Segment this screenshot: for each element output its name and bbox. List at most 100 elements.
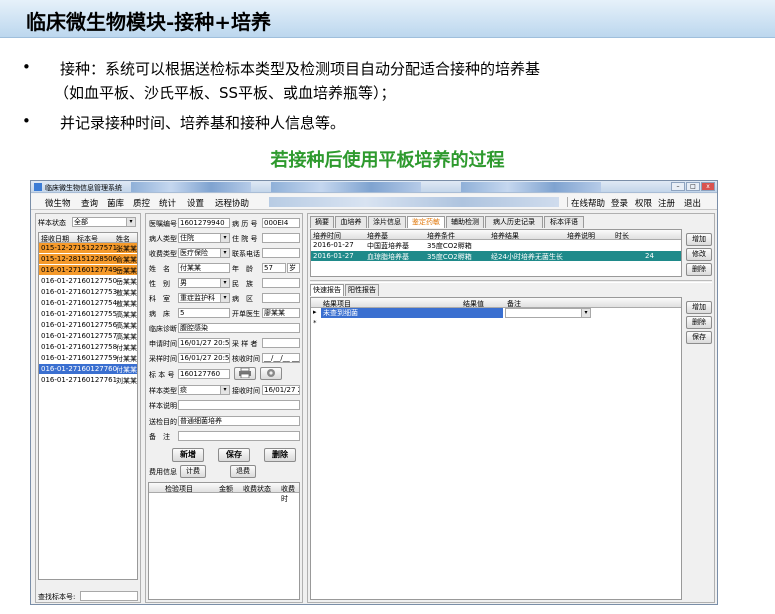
report-new-row[interactable]: * xyxy=(311,318,681,328)
refund-button[interactable]: 退费 xyxy=(230,465,256,478)
print-button[interactable] xyxy=(234,367,256,380)
gear-icon xyxy=(267,369,275,377)
fee-grid-header: 检验项目 金额 收费状态 收费时 xyxy=(149,483,299,503)
report-row[interactable]: ▸ 未查到细菌 xyxy=(311,308,681,318)
sample-row[interactable]: 016-01-27 160127760 付某某 xyxy=(39,364,137,374)
culture-delete-button[interactable]: 删除 xyxy=(686,263,712,276)
row-name: 付某某 xyxy=(116,355,137,363)
sample-note-field[interactable] xyxy=(178,400,300,410)
sample-row[interactable]: 016-01-27 160127755 高某某 xyxy=(39,309,137,319)
splitter[interactable] xyxy=(310,280,712,283)
menu-help[interactable]: 在线帮助 xyxy=(571,197,605,209)
order-no-field[interactable]: 1601279940 xyxy=(178,218,230,228)
row-name: 高某某 xyxy=(116,322,137,330)
row-id: 151227571 xyxy=(77,244,118,252)
tab-blood-culture[interactable]: 血培养 xyxy=(335,216,367,228)
status-select[interactable]: 全部 xyxy=(72,217,136,227)
report-note-select[interactable] xyxy=(505,308,591,318)
maximize-button[interactable]: □ xyxy=(686,182,700,191)
sampler-field[interactable] xyxy=(262,338,300,348)
culture-add-button[interactable]: 增加 xyxy=(686,233,712,246)
report-save-button[interactable]: 保存 xyxy=(686,331,712,344)
sample-time-field[interactable]: 16/01/27 20:50 xyxy=(178,353,230,363)
culture-row[interactable]: 2016-01-27 血琼脂培养基 35度CO2孵箱 经24小时培养无菌生长 24 xyxy=(311,251,681,261)
fee-type-select[interactable]: 医疗保险 xyxy=(178,248,230,258)
sample-row[interactable]: 016-01-27 160127757 高某某 xyxy=(39,331,137,341)
menu-stats[interactable]: 统计 xyxy=(159,197,176,209)
tab-identification[interactable]: 鉴定药敏 xyxy=(407,216,445,228)
menu-settings[interactable]: 设置 xyxy=(187,197,204,209)
row-date: 016-01-27 xyxy=(41,299,78,307)
row-medium: 血琼脂培养基 xyxy=(367,253,409,261)
menu-qc[interactable]: 质控 xyxy=(133,197,150,209)
tab-positive-report[interactable]: 阳性报告 xyxy=(345,284,379,296)
charge-button[interactable]: 计费 xyxy=(180,465,206,478)
settings-button[interactable] xyxy=(260,367,282,380)
delete-button[interactable]: 删除 xyxy=(264,448,296,462)
minimize-button[interactable]: – xyxy=(671,182,685,191)
save-button[interactable]: 保存 xyxy=(218,448,250,462)
tab-smear[interactable]: 涂片信息 xyxy=(368,216,406,228)
sex-select[interactable]: 男 xyxy=(178,278,230,288)
sample-row[interactable]: 016-01-27 160127750 岳某某 xyxy=(39,276,137,286)
check-time-field[interactable]: __/__/__ __:__ xyxy=(262,353,300,363)
row-name: 岳某某 xyxy=(116,278,137,286)
culture-row[interactable]: 2016-01-27 中国蓝培养基 35度CO2孵箱 xyxy=(311,240,681,250)
sample-row[interactable]: 016-01-27 160127754 敖某某 xyxy=(39,298,137,308)
report-item-cell[interactable]: 未查到细菌 xyxy=(321,308,463,318)
apply-time-field[interactable]: 16/01/27 20:53 xyxy=(178,338,230,348)
col-fee-status: 收费状态 xyxy=(243,485,271,493)
label-phone: 联系电话 xyxy=(232,250,260,258)
sample-row[interactable]: 016-01-27 160127758 付某某 xyxy=(39,342,137,352)
tab-auxiliary[interactable]: 辅助检测 xyxy=(446,216,484,228)
name-field[interactable]: 付某某 xyxy=(178,263,230,273)
bullet-1-line-2: （如血平板、沙氏平板、SS平板、或血培养瓶等）； xyxy=(54,84,396,102)
sample-row[interactable]: 016-01-27 160127756 高某某 xyxy=(39,320,137,330)
sample-row[interactable]: 015-12-28 151228506 俞某某 xyxy=(39,254,137,264)
ethnic-field[interactable] xyxy=(262,278,300,288)
inpatient-no-field[interactable] xyxy=(262,233,300,243)
menu-register[interactable]: 注册 xyxy=(658,197,675,209)
age-unit[interactable]: 岁 xyxy=(287,263,300,273)
sample-row[interactable]: 016-01-27 160127759 付某某 xyxy=(39,353,137,363)
patient-type-select[interactable]: 住院 xyxy=(178,233,230,243)
search-input[interactable] xyxy=(80,591,138,601)
row-date: 016-01-27 xyxy=(41,310,78,318)
diagnosis-field[interactable]: 腹腔感染 xyxy=(178,323,300,333)
sample-row[interactable]: 016-01-27 160127761 刘某某 xyxy=(39,375,137,385)
close-button[interactable]: x xyxy=(701,182,715,191)
status-label: 样本状态 xyxy=(38,219,66,227)
tab-history[interactable]: 病人历史记录 xyxy=(485,216,543,228)
report-add-button[interactable]: 增加 xyxy=(686,301,712,314)
new-button[interactable]: 新增 xyxy=(172,448,204,462)
remark-field[interactable] xyxy=(178,431,300,441)
record-no-field[interactable]: 000EI4 xyxy=(262,218,300,228)
ward-field[interactable] xyxy=(262,293,300,303)
report-delete-button[interactable]: 删除 xyxy=(686,316,712,329)
phone-field[interactable] xyxy=(262,248,300,258)
bed-field[interactable]: 5 xyxy=(178,308,230,318)
dept-select[interactable]: 重症监护科 xyxy=(178,293,230,303)
culture-edit-button[interactable]: 修改 xyxy=(686,248,712,261)
sample-form-panel: 医嘱编号 1601279940 病 历 号 000EI4 病人类型 住院 住 院… xyxy=(145,213,303,603)
doctor-field[interactable]: 廖某某 xyxy=(262,308,300,318)
purpose-field[interactable]: 普通细菌培养 xyxy=(178,416,300,426)
tab-quick-report[interactable]: 快速报告 xyxy=(310,284,344,296)
sample-row[interactable]: 016-01-27 160127753 敖某某 xyxy=(39,287,137,297)
sample-type-select[interactable]: 痰 xyxy=(178,385,230,395)
age-field[interactable]: 57 xyxy=(262,263,286,273)
tab-comments[interactable]: 标本评语 xyxy=(544,216,584,228)
sample-row[interactable]: 015-12-27 151227571 张某某 xyxy=(39,243,137,253)
menu-login[interactable]: 登录 xyxy=(611,197,628,209)
sample-no-field[interactable]: 160127760 xyxy=(178,369,230,379)
menu-library[interactable]: 菌库 xyxy=(107,197,124,209)
menu-query[interactable]: 查询 xyxy=(81,197,98,209)
tab-summary[interactable]: 摘要 xyxy=(310,216,334,228)
menu-remote[interactable]: 远程协助 xyxy=(215,197,249,209)
menu-exit[interactable]: 退出 xyxy=(684,197,701,209)
menu-microbe[interactable]: 微生物 xyxy=(45,197,71,209)
receive-time-field[interactable]: 16/01/27 22: xyxy=(262,385,300,395)
menu-permission[interactable]: 权限 xyxy=(635,197,652,209)
sample-row[interactable]: 016-01-27 160127749 岳某某 xyxy=(39,265,137,275)
report-value-cell[interactable] xyxy=(463,308,503,318)
